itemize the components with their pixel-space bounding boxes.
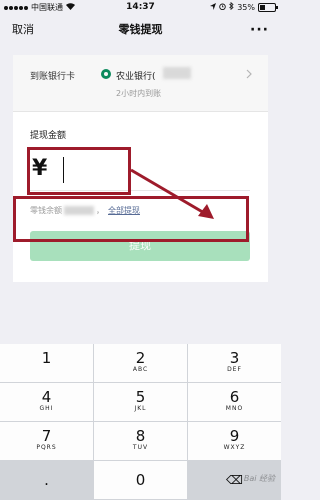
abc-bank-icon (101, 69, 111, 79)
key-2[interactable]: 2 ABC (94, 344, 187, 382)
key-1[interactable]: 1 (0, 344, 93, 382)
key-0[interactable]: 0 (94, 461, 187, 499)
key-3[interactable]: 3 DEF (188, 344, 281, 382)
numeric-keypad: 1 2 ABC 3 DEF 4 GHI 5 JKL 6 MNO 7 PQRS 8 TUV 9W… (0, 344, 281, 500)
page-title: 零钱提现 (118, 23, 163, 36)
amount-label: 提现金额 (30, 131, 67, 141)
bluetooth-icon (229, 0, 234, 15)
bank-card-selector[interactable]: 到账银行卡 农业银行( 2小时内到账 (13, 55, 268, 112)
location-icon (210, 0, 217, 15)
key-8[interactable]: 8 TUV (94, 422, 187, 460)
bank-card-label: 到账银行卡 (30, 72, 76, 82)
key-5[interactable]: 5 JKL (94, 383, 187, 421)
arrival-time: 2小时内到账 (116, 89, 162, 98)
cancel-button[interactable]: 取消 (12, 15, 34, 45)
battery-percent: 35% (237, 3, 255, 12)
bank-name: 农业银行( (116, 72, 156, 82)
annotation-box-amount (27, 147, 131, 195)
status-bar: 中国联通 14:37 35% (0, 0, 281, 15)
masked-card-number (163, 67, 191, 79)
nav-bar: 取消 零钱提现 ··· (0, 15, 281, 45)
alarm-icon (219, 0, 226, 15)
annotation-box-button (13, 196, 249, 242)
key-9[interactable]: 9 WXYZ (188, 422, 281, 460)
status-right: 35% (210, 0, 278, 15)
key-7[interactable]: 7 PQRS (0, 422, 93, 460)
watermark: Bai 经验 (243, 474, 275, 483)
key-decimal[interactable]: . (0, 461, 93, 499)
battery-icon (258, 3, 278, 12)
chevron-right-icon (246, 69, 252, 82)
key-6[interactable]: 6 MNO (188, 383, 281, 421)
more-menu-button[interactable]: ··· (250, 15, 269, 45)
key-4[interactable]: 4 GHI (0, 383, 93, 421)
